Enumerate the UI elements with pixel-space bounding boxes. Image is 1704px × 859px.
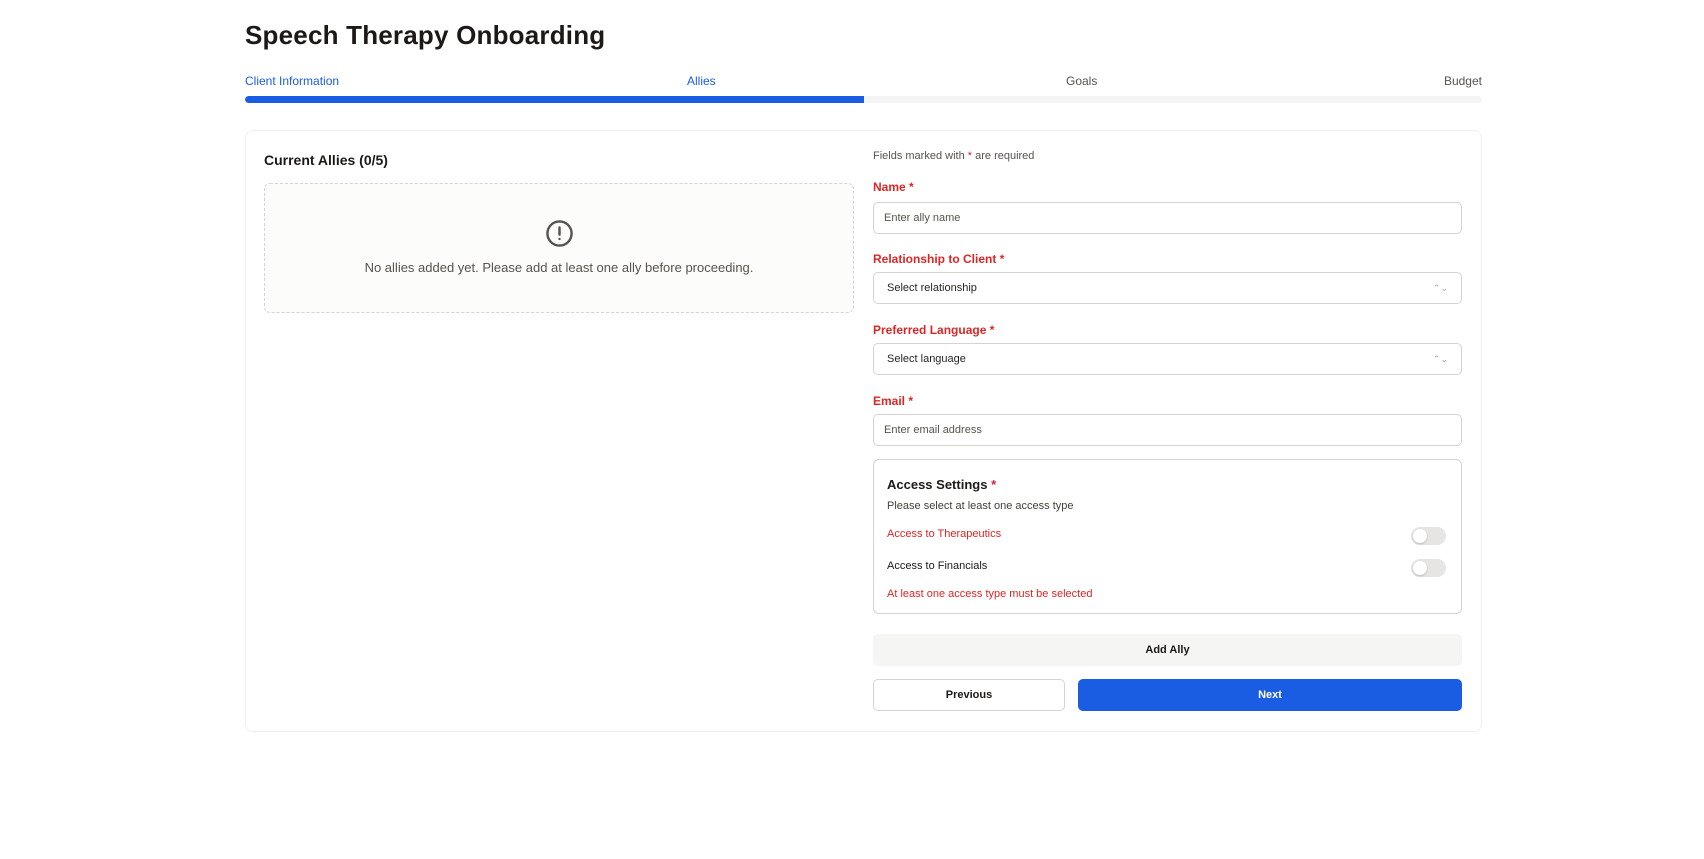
access-settings-title-text: Access Settings [887, 477, 988, 492]
progress-bar-fill [245, 96, 864, 103]
required-star: * [908, 394, 914, 408]
access-settings-title: Access Settings * [887, 477, 996, 492]
step-client-information[interactable]: Client Information [245, 74, 339, 88]
step-budget[interactable]: Budget [1444, 74, 1482, 88]
note-prefix: Fields marked with [873, 150, 965, 162]
name-label: Name * [873, 180, 914, 194]
relationship-label: Relationship to Client * [873, 252, 1004, 266]
email-input[interactable] [873, 414, 1462, 446]
language-selected-value: Select language [887, 353, 966, 365]
onboarding-page: Speech Therapy Onboarding Client Informa… [0, 0, 1704, 859]
required-star: * [999, 252, 1005, 266]
note-suffix: are required [975, 150, 1035, 162]
alert-circle-icon [546, 220, 573, 247]
name-label-text: Name [873, 180, 906, 194]
financials-toggle[interactable] [1411, 559, 1446, 577]
progress-bar [245, 96, 1482, 103]
required-star: * [989, 323, 995, 337]
chevron-up-down-icon: ⌃⌄ [1432, 282, 1448, 293]
access-settings-subtitle: Please select at least one access type [887, 500, 1074, 512]
previous-button[interactable]: Previous [873, 679, 1065, 711]
empty-state-message: No allies added yet. Please add at least… [364, 260, 754, 275]
required-fields-note: Fields marked with * are required [873, 150, 1034, 162]
current-allies-heading: Current Allies (0/5) [264, 152, 388, 168]
required-star: * [909, 180, 914, 194]
next-button[interactable]: Next [1078, 679, 1462, 711]
therapeutics-toggle[interactable] [1411, 527, 1446, 545]
financials-toggle-label: Access to Financials [887, 560, 988, 572]
step-allies[interactable]: Allies [687, 74, 716, 88]
chevron-up-down-icon: ⌃⌄ [1432, 353, 1448, 364]
toggle-knob [1413, 529, 1427, 543]
language-label-text: Preferred Language [873, 323, 987, 337]
page-title: Speech Therapy Onboarding [245, 20, 606, 50]
add-ally-button[interactable]: Add Ally [873, 634, 1462, 666]
language-select[interactable]: Select language ⌃⌄ [873, 343, 1462, 375]
access-error-message: At least one access type must be selecte… [887, 588, 1093, 600]
name-input[interactable] [873, 202, 1462, 234]
access-settings-panel: Access Settings * Please select at least… [873, 459, 1462, 614]
relationship-select[interactable]: Select relationship ⌃⌄ [873, 272, 1462, 304]
email-label: Email * [873, 394, 913, 408]
step-goals[interactable]: Goals [1066, 74, 1097, 88]
required-star: * [967, 150, 973, 162]
toggle-knob [1413, 561, 1427, 575]
email-label-text: Email [873, 394, 906, 408]
required-star: * [991, 477, 997, 492]
relationship-label-text: Relationship to Client [873, 252, 997, 266]
relationship-selected-value: Select relationship [887, 282, 977, 294]
language-label: Preferred Language * [873, 323, 994, 337]
stepper: Client Information Allies Goals Budget [245, 74, 1482, 90]
allies-empty-state: No allies added yet. Please add at least… [264, 183, 854, 313]
therapeutics-toggle-label: Access to Therapeutics [887, 528, 1002, 540]
